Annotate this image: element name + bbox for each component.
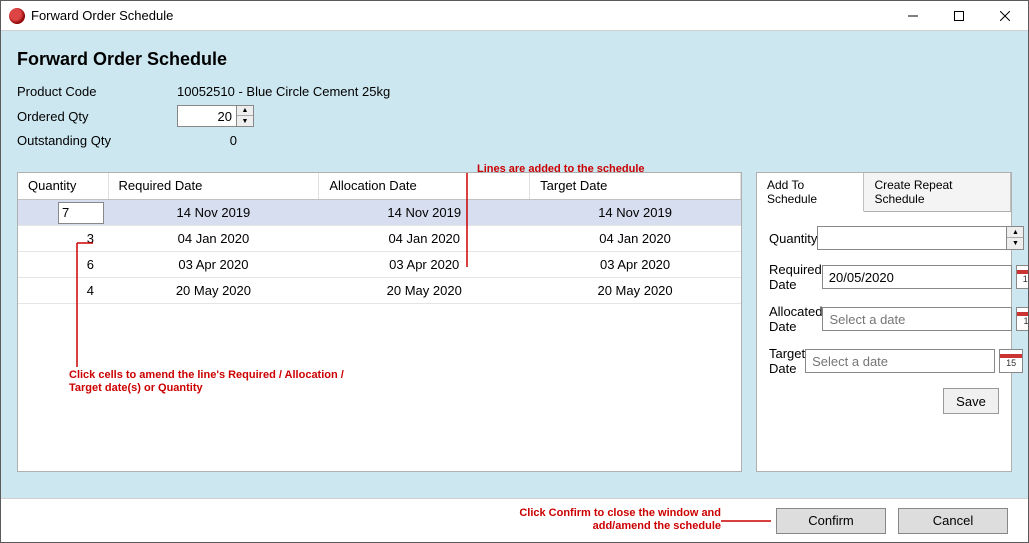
- panel-quantity-input[interactable]: [817, 226, 1007, 250]
- cell-allocation-date[interactable]: 04 Jan 2020: [319, 225, 530, 251]
- maximize-button[interactable]: [936, 1, 982, 30]
- ordered-qty-input[interactable]: [177, 105, 237, 127]
- product-code-value: 10052510 - Blue Circle Cement 25kg: [177, 84, 390, 99]
- side-panel: Add To Schedule Create Repeat Schedule Q…: [756, 172, 1012, 472]
- panel-required-date-row: Required Date 15: [769, 262, 999, 292]
- footer: Click Confirm to close the window and ad…: [1, 498, 1028, 542]
- ordered-qty-spinner: ▲ ▼: [237, 105, 254, 127]
- grid-header-row: Quantity Required Date Allocation Date T…: [18, 173, 741, 199]
- outstanding-qty-label: Outstanding Qty: [17, 133, 177, 148]
- side-tabs: Add To Schedule Create Repeat Schedule: [757, 173, 1011, 212]
- ordered-qty-label: Ordered Qty: [17, 109, 177, 124]
- maximize-icon: [954, 11, 964, 21]
- cell-allocation-date[interactable]: 14 Nov 2019: [319, 199, 530, 225]
- product-code-label: Product Code: [17, 84, 177, 99]
- table-row[interactable]: 420 May 202020 May 202020 May 2020: [18, 277, 741, 303]
- cell-target-date[interactable]: 20 May 2020: [530, 277, 741, 303]
- panel-allocated-date-input[interactable]: [822, 307, 1012, 331]
- annotation-click-confirm: Click Confirm to close the window and ad…: [511, 507, 721, 533]
- confirm-button[interactable]: Confirm: [776, 508, 886, 534]
- cell-required-date[interactable]: 14 Nov 2019: [108, 199, 319, 225]
- app-window: Forward Order Schedule Forward Order Sch…: [0, 0, 1029, 543]
- minimize-button[interactable]: [890, 1, 936, 30]
- calendar-icon[interactable]: 15: [1016, 265, 1028, 289]
- panel-allocated-date-row: Allocated Date 15: [769, 304, 999, 334]
- cell-quantity[interactable]: 3: [18, 225, 108, 251]
- col-required-date[interactable]: Required Date: [108, 173, 319, 199]
- ordered-qty-row: Ordered Qty ▲ ▼: [17, 105, 1012, 127]
- annotation-footer-line: [1, 499, 781, 543]
- calendar-icon[interactable]: 15: [999, 349, 1023, 373]
- cell-allocation-date[interactable]: 03 Apr 2020: [319, 251, 530, 277]
- spinner-up-button[interactable]: ▲: [237, 106, 253, 116]
- cell-allocation-date[interactable]: 20 May 2020: [319, 277, 530, 303]
- panel-required-date-label: Required Date: [769, 262, 822, 292]
- cancel-button[interactable]: Cancel: [898, 508, 1008, 534]
- outstanding-qty-value: 0: [177, 133, 237, 148]
- table-row[interactable]: 304 Jan 202004 Jan 202004 Jan 2020: [18, 225, 741, 251]
- panel-allocated-date-label: Allocated Date: [769, 304, 822, 334]
- cell-quantity[interactable]: [18, 199, 108, 225]
- window-controls: [890, 1, 1028, 30]
- spinner-down-button[interactable]: ▼: [237, 116, 253, 126]
- cell-target-date[interactable]: 03 Apr 2020: [530, 251, 741, 277]
- tab-add-to-schedule[interactable]: Add To Schedule: [757, 173, 864, 212]
- app-icon: [9, 8, 25, 24]
- col-allocation-date[interactable]: Allocation Date: [319, 173, 530, 199]
- close-button[interactable]: [982, 1, 1028, 30]
- calendar-icon[interactable]: 15: [1016, 307, 1028, 331]
- panel-quantity-spinner: ▲ ▼: [1007, 226, 1024, 250]
- spinner-down-button[interactable]: ▼: [1007, 238, 1023, 249]
- panel-target-date-input[interactable]: [805, 349, 995, 373]
- minimize-icon: [908, 11, 918, 21]
- content-area: Forward Order Schedule Product Code 1005…: [1, 31, 1028, 498]
- cell-required-date[interactable]: 20 May 2020: [108, 277, 319, 303]
- col-target-date[interactable]: Target Date: [530, 173, 741, 199]
- schedule-grid: Quantity Required Date Allocation Date T…: [17, 172, 742, 472]
- titlebar: Forward Order Schedule: [1, 1, 1028, 31]
- tab-create-repeat-schedule[interactable]: Create Repeat Schedule: [864, 173, 1011, 211]
- col-quantity[interactable]: Quantity: [18, 173, 108, 199]
- product-code-row: Product Code 10052510 - Blue Circle Ceme…: [17, 84, 1012, 99]
- save-button[interactable]: Save: [943, 388, 999, 414]
- cell-quantity[interactable]: 4: [18, 277, 108, 303]
- close-icon: [1000, 11, 1010, 21]
- panel-quantity-label: Quantity: [769, 231, 817, 246]
- panel-target-date-row: Target Date 15: [769, 346, 999, 376]
- panel-target-date-label: Target Date: [769, 346, 805, 376]
- table-row[interactable]: 603 Apr 202003 Apr 202003 Apr 2020: [18, 251, 741, 277]
- cell-target-date[interactable]: 14 Nov 2019: [530, 199, 741, 225]
- cell-quantity[interactable]: 6: [18, 251, 108, 277]
- table-row[interactable]: 14 Nov 201914 Nov 201914 Nov 2019: [18, 199, 741, 225]
- cell-required-date[interactable]: 03 Apr 2020: [108, 251, 319, 277]
- cell-target-date[interactable]: 04 Jan 2020: [530, 225, 741, 251]
- cell-required-date[interactable]: 04 Jan 2020: [108, 225, 319, 251]
- cell-quantity-editor[interactable]: [58, 202, 104, 224]
- panel-quantity-row: Quantity ▲ ▼: [769, 226, 999, 250]
- spinner-up-button[interactable]: ▲: [1007, 227, 1023, 238]
- page-title: Forward Order Schedule: [17, 49, 1012, 70]
- panel-required-date-input[interactable]: [822, 265, 1012, 289]
- outstanding-qty-row: Outstanding Qty 0: [17, 133, 1012, 148]
- window-title: Forward Order Schedule: [31, 8, 173, 23]
